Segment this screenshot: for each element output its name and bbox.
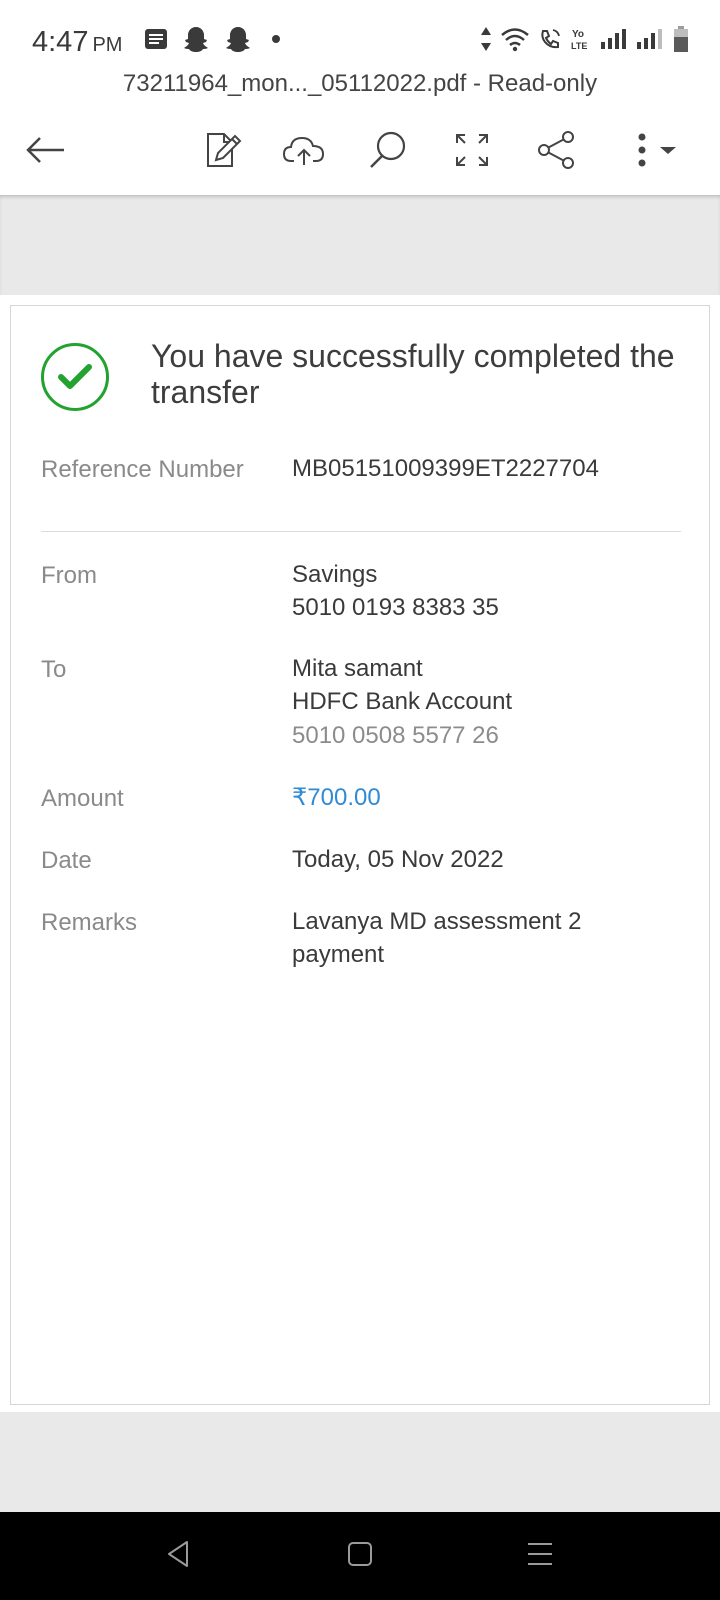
- wifi-calling-icon: [538, 27, 562, 56]
- remarks-value: Lavanya MD assessment 2 payment: [292, 908, 582, 968]
- nav-recents-button[interactable]: [518, 1534, 562, 1578]
- home-square-icon: [346, 1540, 374, 1573]
- from-label: From: [41, 562, 97, 589]
- success-check-icon: [41, 343, 109, 411]
- viewer-toolbar: [0, 112, 720, 196]
- snapchat-icon: [182, 25, 210, 58]
- status-bar: 4:47 PM Yo LTE 73211964_mon..._05112022.…: [0, 0, 720, 97]
- share-button[interactable]: [526, 122, 586, 182]
- divider: [41, 531, 681, 532]
- fullscreen-icon: [454, 132, 490, 173]
- nav-home-button[interactable]: [338, 1534, 382, 1578]
- back-button[interactable]: [16, 122, 76, 182]
- signal-icon: [600, 28, 628, 55]
- data-arrows-icon: [480, 26, 492, 57]
- from-account-number: 5010 0193 8383 35: [292, 594, 499, 621]
- dot-icon: [266, 29, 286, 54]
- to-account-number: 5010 0508 5577 26: [292, 722, 499, 749]
- amount-label: Amount: [41, 785, 124, 812]
- more-options-icon: [630, 130, 680, 175]
- back-arrow-icon: [26, 135, 66, 170]
- recents-menu-icon: [525, 1540, 555, 1573]
- edit-document-icon: [202, 130, 242, 175]
- fullscreen-button[interactable]: [442, 122, 502, 182]
- search-button[interactable]: [358, 122, 418, 182]
- date-label: Date: [41, 847, 92, 874]
- back-triangle-icon: [163, 1539, 193, 1574]
- status-ampm: PM: [92, 34, 123, 56]
- status-time-value: 4:47: [32, 26, 89, 58]
- cloud-upload-button[interactable]: [274, 122, 334, 182]
- system-nav-bar: [0, 1512, 720, 1600]
- reference-number-value: MB05151009399ET2227704: [292, 455, 599, 482]
- from-account-type: Savings: [292, 561, 378, 588]
- receipt-page: You have successfully completed the tran…: [10, 305, 710, 1405]
- snapchat-icon: [224, 25, 252, 58]
- nav-back-button[interactable]: [156, 1534, 200, 1578]
- cloud-upload-icon: [282, 133, 326, 172]
- share-icon: [536, 130, 576, 175]
- amount-value: ₹700.00: [292, 784, 381, 811]
- document-canvas-bottom: [0, 1412, 720, 1512]
- status-system-icons: Yo LTE: [480, 24, 690, 58]
- more-options-button[interactable]: [620, 122, 690, 182]
- document-filename: 73211964_mon..._05112022.pdf - Read-only: [122, 70, 598, 97]
- edit-button[interactable]: [192, 122, 252, 182]
- signal-icon: [636, 28, 664, 55]
- svg-text:LTE: LTE: [571, 41, 587, 51]
- search-icon: [368, 130, 408, 175]
- remarks-label: Remarks: [41, 909, 138, 936]
- reference-number-label: Reference Number: [41, 456, 244, 483]
- svg-text:Yo: Yo: [572, 29, 584, 40]
- document-canvas-top: [0, 195, 720, 295]
- wifi-icon: [500, 26, 530, 57]
- to-label: To: [41, 656, 67, 683]
- status-notification-icons: [144, 24, 286, 58]
- to-name: Mita samant: [292, 655, 423, 682]
- status-time: 4:47 PM: [32, 26, 122, 59]
- to-bank: HDFC Bank Account: [292, 688, 513, 715]
- notification-list-icon: [144, 28, 168, 55]
- battery-icon: [672, 25, 690, 58]
- volte-icon: Yo LTE: [570, 26, 592, 57]
- date-value: Today, 05 Nov 2022: [292, 846, 504, 873]
- success-headline: You have successfully completed the tran…: [151, 338, 675, 410]
